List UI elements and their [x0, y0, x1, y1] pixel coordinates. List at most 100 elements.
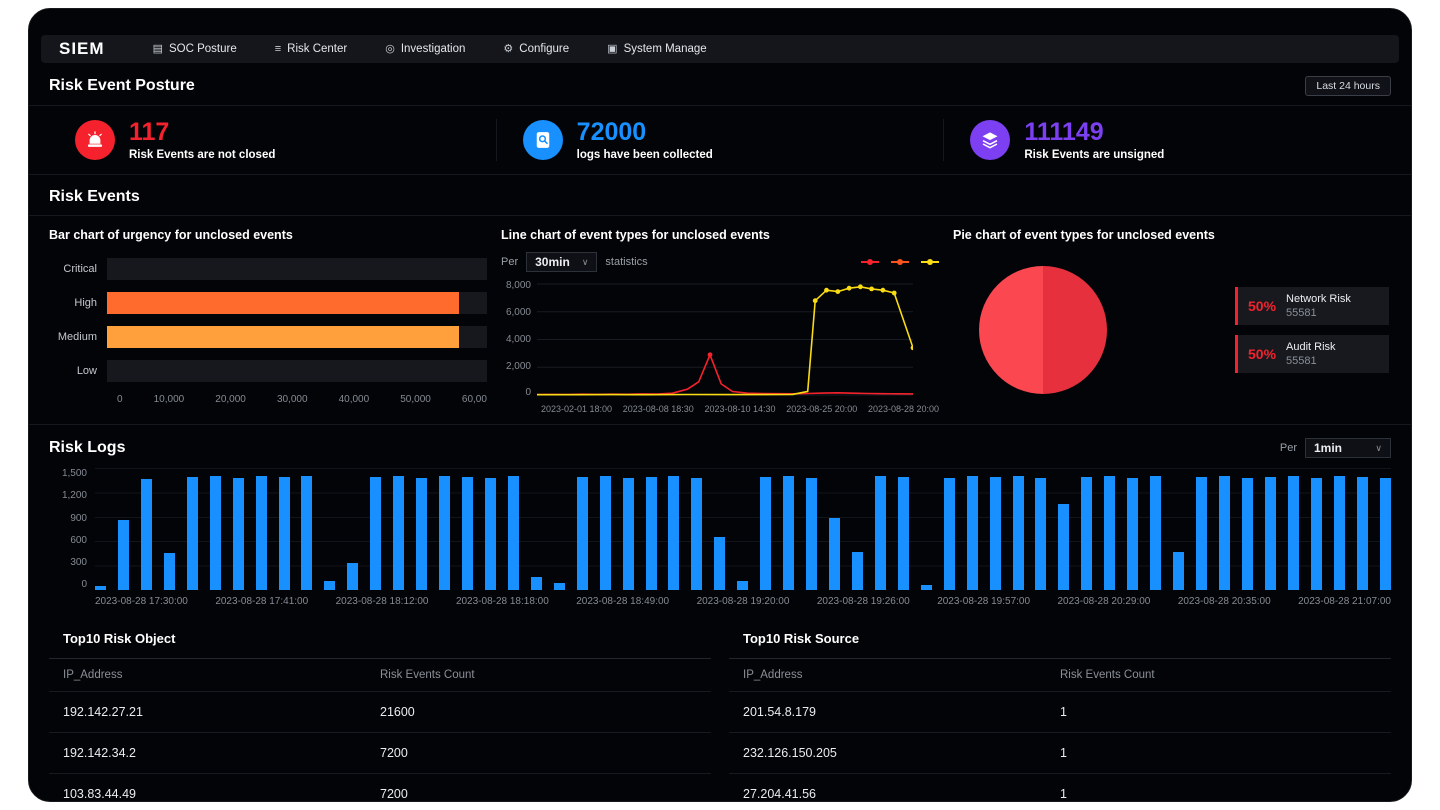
axis-tick: 10,000 — [154, 394, 185, 405]
log-bar — [485, 478, 496, 590]
nav-item-risk-center[interactable]: ≡Risk Center — [275, 43, 348, 55]
log-bar — [967, 476, 978, 590]
log-bar — [347, 563, 358, 591]
trend-interval-select[interactable]: 30min ∨ — [526, 252, 597, 272]
axis-tick: 2023-08-28 19:20:00 — [697, 596, 790, 607]
log-bar — [990, 477, 1001, 590]
tables-row: Top10 Risk ObjectIP_AddressRisk Events C… — [29, 607, 1411, 802]
stat-value: 111149 — [1024, 119, 1164, 145]
table-risk-source: Top10 Risk SourceIP_AddressRisk Events C… — [729, 621, 1391, 802]
per-label: Per — [1280, 442, 1297, 454]
cell-risk-events-count: 1 — [1060, 746, 1377, 760]
column-header: IP_Address — [63, 669, 380, 681]
urgency-bar-row: Low — [49, 354, 487, 388]
pie-chart-body: 50% Network Risk 55581 50% Audit Risk55581 — [953, 252, 1391, 394]
log-bar — [531, 577, 542, 590]
log-bar — [187, 477, 198, 590]
axis-tick: 2023-08-28 18:18:00 — [456, 596, 549, 607]
risk-logs-title: Risk Logs — [49, 439, 125, 457]
page-title: Risk Event Posture — [49, 77, 195, 95]
trend-xaxis: 2023-02-01 18:002023-08-08 18:302023-08-… — [541, 404, 939, 414]
cell-ip-address: 232.126.150.205 — [743, 746, 1060, 760]
stat-card: 111149Risk Events are unsigned — [943, 119, 1391, 161]
layers-icon — [970, 120, 1010, 160]
stat-text: 111149Risk Events are unsigned — [1024, 119, 1164, 161]
urgency-chart-panel: Bar chart of urgency for unclosed events… — [49, 228, 487, 414]
risk-logs-section-header: Risk Logs Per 1min ∨ — [29, 425, 1411, 462]
pie-chart-panel: Pie chart of event types for unclosed ev… — [953, 228, 1391, 414]
logs-yaxis: 1,5001,2009006003000 — [49, 468, 95, 590]
nav-item-investigation[interactable]: ◎Investigation — [385, 43, 465, 55]
log-bar — [554, 583, 565, 590]
log-bar — [462, 477, 473, 590]
log-bar — [577, 477, 588, 590]
stat-card: 72000 logs have been collected — [496, 119, 944, 161]
log-bar — [875, 476, 886, 590]
slice-value: 55581 — [1286, 307, 1351, 319]
nav-item-label: Investigation — [401, 43, 466, 55]
legend-item[interactable] — [891, 261, 909, 263]
legend-item[interactable] — [921, 261, 939, 263]
axis-tick: 2023-08-28 17:41:00 — [215, 596, 308, 607]
log-bar — [1013, 476, 1024, 590]
axis-tick: 2023-08-28 18:49:00 — [576, 596, 669, 607]
log-bar — [737, 581, 748, 590]
bar-fill — [107, 326, 459, 348]
log-bar — [829, 518, 840, 590]
table-row: 232.126.150.2051 — [729, 733, 1391, 774]
log-bar — [714, 537, 725, 591]
nav-item-soc-posture[interactable]: ▤SOC Posture — [153, 43, 237, 55]
log-bar — [691, 478, 702, 590]
axis-tick: 6,000 — [501, 307, 531, 318]
slice-percent: 50% — [1248, 346, 1276, 362]
cell-ip-address: 27.204.41.56 — [743, 787, 1060, 801]
log-bar — [921, 585, 932, 590]
axis-tick: 30,000 — [277, 394, 308, 405]
log-bar — [141, 479, 152, 590]
app-logo: SIEM — [59, 39, 105, 59]
legend-item[interactable] — [861, 261, 879, 263]
log-bar — [806, 478, 817, 590]
column-header: IP_Address — [743, 669, 1060, 681]
urgency-bar-row: Critical — [49, 252, 487, 286]
table-row: 103.83.44.497200 — [49, 774, 711, 802]
log-bar — [164, 553, 175, 590]
cell-risk-events-count: 7200 — [380, 746, 697, 760]
axis-tick: 40,000 — [339, 394, 370, 405]
stat-value: 72000 — [577, 119, 713, 145]
logs-interval-select[interactable]: 1min ∨ — [1305, 438, 1391, 458]
slice-text: Audit Risk55581 — [1286, 341, 1336, 367]
time-range-button[interactable]: Last 24 hours — [1305, 76, 1391, 96]
axis-tick: 900 — [49, 513, 87, 524]
log-bar — [600, 476, 611, 590]
cell-risk-events-count: 21600 — [380, 705, 697, 719]
log-bar — [1127, 478, 1138, 590]
log-bar — [668, 476, 679, 590]
axis-tick: 0 — [501, 387, 531, 398]
legend-marker-icon — [861, 261, 879, 263]
log-bar — [393, 476, 404, 590]
axis-tick: 2023-08-28 20:29:00 — [1058, 596, 1151, 607]
log-bar — [1334, 476, 1345, 590]
log-bar — [324, 581, 335, 591]
trend-interval-value: 30min — [535, 255, 570, 269]
stat-label: logs have been collected — [577, 149, 713, 161]
legend-dot-icon — [897, 259, 903, 265]
pie-legend-item[interactable]: 50%Network Risk55581 — [1235, 287, 1389, 325]
table-risk-object: Top10 Risk ObjectIP_AddressRisk Events C… — [49, 621, 711, 802]
log-bar — [852, 552, 863, 590]
slice-label: Network Risk — [1286, 293, 1351, 305]
pie-legend-item[interactable]: 50% Audit Risk55581 — [1235, 335, 1389, 373]
stat-text: 117Risk Events are not closed — [129, 119, 275, 161]
slice-text: Network Risk 55581 — [1286, 293, 1351, 319]
nav-item-system-manage[interactable]: ▣System Manage — [607, 43, 707, 55]
axis-tick: 60,00 — [462, 394, 487, 405]
nav-item-configure[interactable]: ⚙Configure — [503, 43, 569, 55]
log-bar — [1219, 476, 1230, 590]
log-bar — [760, 477, 771, 590]
category-label: Low — [49, 365, 107, 377]
top-navbar: SIEM ▤SOC Posture ≡Risk Center ◎Investigat… — [41, 35, 1399, 63]
axis-tick: 8,000 — [501, 280, 531, 291]
logs-chart-body: 1,5001,2009006003000 — [29, 462, 1411, 590]
log-bar — [1173, 552, 1184, 590]
